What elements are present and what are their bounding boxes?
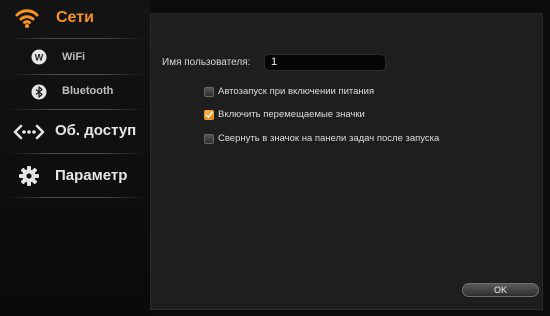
divider bbox=[8, 197, 146, 198]
sidebar-item-settings[interactable]: Параметр bbox=[0, 158, 150, 194]
wifi-badge-icon: W bbox=[31, 49, 47, 65]
wifi-icon bbox=[14, 6, 40, 30]
sidebar-item-networks[interactable]: Сети bbox=[0, 0, 150, 36]
gear-icon bbox=[18, 165, 40, 187]
minimize-to-tray-option[interactable]: Свернуть в значок на панели задач после … bbox=[204, 133, 439, 144]
minimize-to-tray-checkbox[interactable] bbox=[204, 133, 214, 144]
sidebar-item-bluetooth[interactable]: Bluetooth bbox=[0, 77, 150, 107]
floating-icons-label: Включить перемещаемые значки bbox=[218, 109, 365, 120]
sidebar-item-label: Bluetooth bbox=[62, 85, 114, 97]
ok-button[interactable]: OK bbox=[462, 283, 539, 297]
checkmark-icon bbox=[205, 111, 213, 118]
autostart-checkbox[interactable] bbox=[204, 86, 214, 97]
divider bbox=[8, 109, 146, 110]
bluetooth-icon bbox=[31, 84, 47, 100]
divider bbox=[8, 153, 146, 154]
autostart-option[interactable]: Автозапуск при включении питания bbox=[204, 86, 374, 97]
app-window: Сети W WiFi Bluetooth Об. доступ Парамет… bbox=[0, 0, 550, 316]
share-icon bbox=[13, 122, 45, 142]
divider bbox=[8, 38, 146, 39]
username-label: Имя пользователя: bbox=[162, 57, 251, 68]
sidebar-item-label: Сети bbox=[56, 9, 94, 26]
floating-icons-option[interactable]: Включить перемещаемые значки bbox=[204, 109, 365, 120]
sidebar: Сети W WiFi Bluetooth Об. доступ Парамет… bbox=[0, 0, 150, 316]
sidebar-item-label: Параметр bbox=[55, 167, 128, 184]
sidebar-item-wifi[interactable]: W WiFi bbox=[0, 42, 150, 72]
floating-icons-checkbox[interactable] bbox=[204, 109, 214, 120]
username-input[interactable]: 1 bbox=[264, 54, 386, 71]
sidebar-item-label: WiFi bbox=[62, 51, 86, 63]
sidebar-item-label: Об. доступ bbox=[55, 122, 137, 139]
sidebar-item-sharing[interactable]: Об. доступ bbox=[0, 114, 150, 150]
minimize-to-tray-label: Свернуть в значок на панели задач после … bbox=[218, 133, 440, 144]
svg-text:W: W bbox=[35, 53, 44, 63]
autostart-label: Автозапуск при включении питания bbox=[218, 86, 375, 97]
divider bbox=[8, 74, 146, 75]
